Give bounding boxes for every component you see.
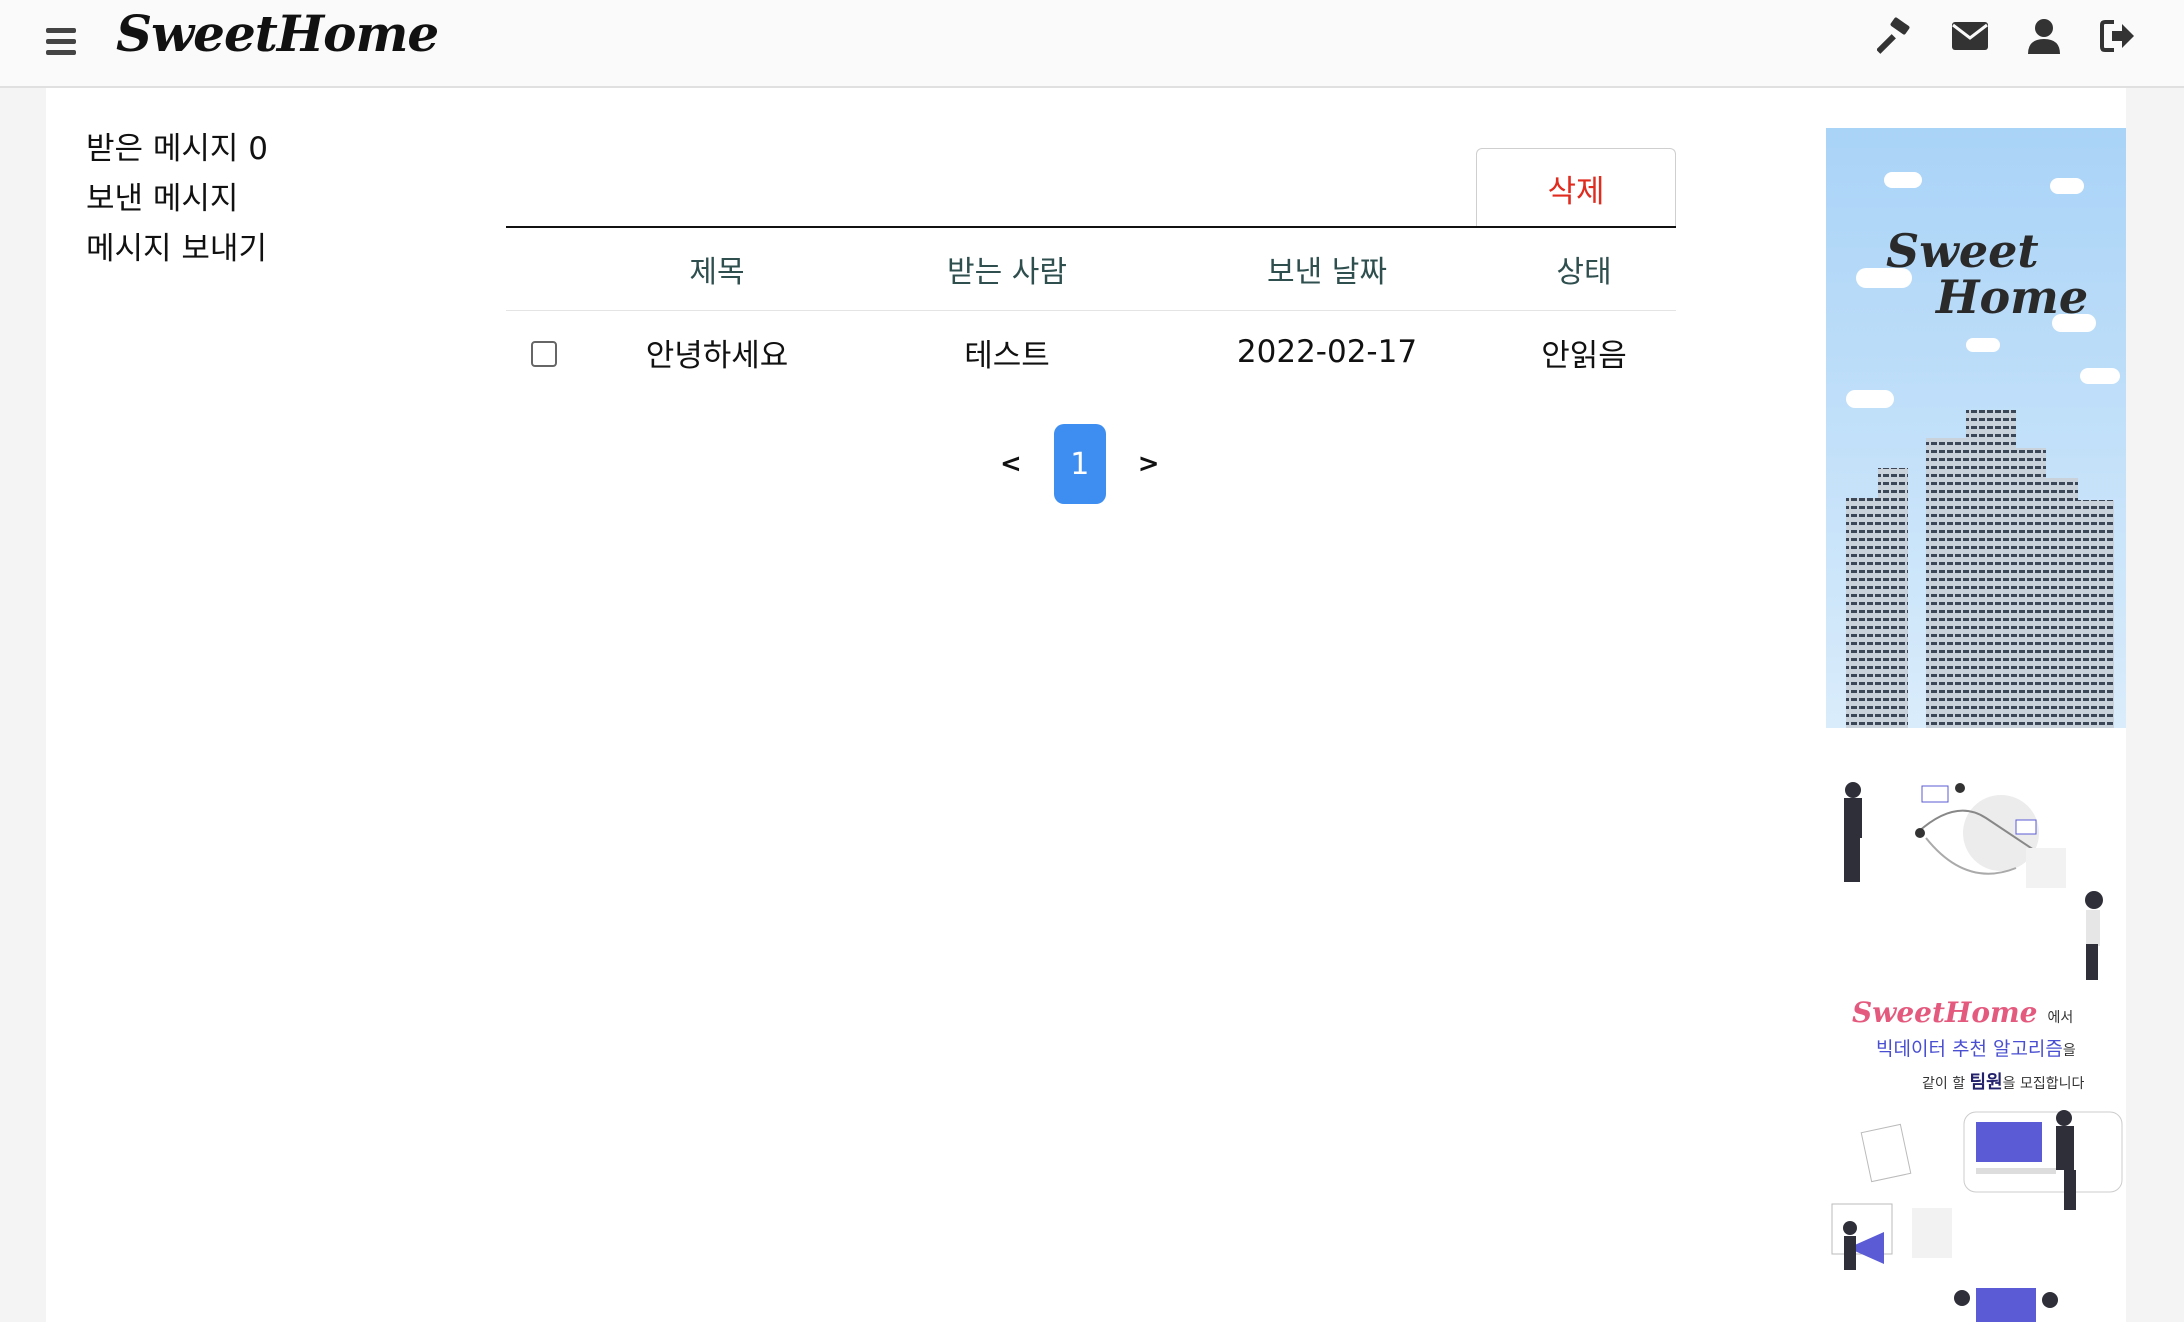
message-sidebar: 받은 메시지 0 보낸 메시지 메시지 보내기 (86, 124, 268, 274)
row-select-cell (506, 311, 582, 394)
column-header-date: 보낸 날짜 (1267, 255, 1387, 290)
top-navbar: SweetHome (0, 0, 2184, 88)
column-header-recipient: 받는 사람 (947, 255, 1067, 290)
message-date: 2022-02-17 (1236, 334, 1418, 370)
message-table: 제목 받는 사람 보낸 날짜 상태 안녕하세요 테스트 2022-02-17 안… (506, 226, 1676, 393)
next-page-button[interactable]: > (1138, 449, 1160, 479)
hamburger-menu-icon[interactable] (46, 28, 76, 55)
recruitment-banner-ad[interactable]: SweetHome 에서 빅데이터 추천 알고리즘을 같이 할 팀원을 모집합니다 (1826, 778, 2126, 1093)
app-logo[interactable]: SweetHome (116, 4, 439, 63)
top-icon-group (1876, 16, 2138, 56)
recruit-brand: SweetHome 에서 (1852, 996, 2074, 1029)
prev-page-button[interactable]: < (1000, 449, 1022, 479)
envelope-icon[interactable] (1950, 16, 1990, 56)
sweethome-banner-ad[interactable]: Sweet Home (1826, 128, 2126, 728)
main-content: 받은 메시지 0 보낸 메시지 메시지 보내기 삭제 제목 받는 사람 보낸 날… (46, 88, 2126, 1322)
delete-button[interactable]: 삭제 (1476, 148, 1676, 227)
user-icon[interactable] (2024, 16, 2064, 56)
recruit-line-3: 같이 할 팀원을 모집합니다 (1922, 1072, 2085, 1093)
header-select (506, 227, 582, 311)
sidebar-item-sent[interactable]: 보낸 메시지 (86, 174, 268, 224)
message-status: 안읽음 (1541, 337, 1627, 374)
recruit-line-2: 빅데이터 추천 알고리즘을 (1876, 1038, 2076, 1060)
table-row[interactable]: 안녕하세요 테스트 2022-02-17 안읽음 (506, 311, 1676, 394)
pagination: < 1 > (1000, 424, 1160, 504)
sidebar-item-compose[interactable]: 메시지 보내기 (86, 224, 268, 274)
sidebar-item-inbox[interactable]: 받은 메시지 0 (86, 124, 268, 174)
message-title[interactable]: 안녕하세요 (582, 311, 852, 394)
page-button-current[interactable]: 1 (1053, 424, 1106, 504)
message-recipient: 테스트 (964, 337, 1050, 374)
developers-illustration (1831, 1110, 2123, 1322)
hammer-icon[interactable] (1876, 16, 1916, 56)
table-header-row: 제목 받는 사람 보낸 날짜 상태 (506, 227, 1676, 311)
row-checkbox[interactable] (531, 340, 557, 367)
column-header-status: 상태 (1556, 255, 1612, 290)
tech-illustration-ad[interactable] (1826, 1108, 2126, 1322)
column-header-title: 제목 (689, 255, 745, 290)
sign-out-icon[interactable] (2098, 16, 2138, 56)
team-illustration (1844, 782, 2103, 980)
apartment-buildings-illustration (1846, 410, 2114, 728)
